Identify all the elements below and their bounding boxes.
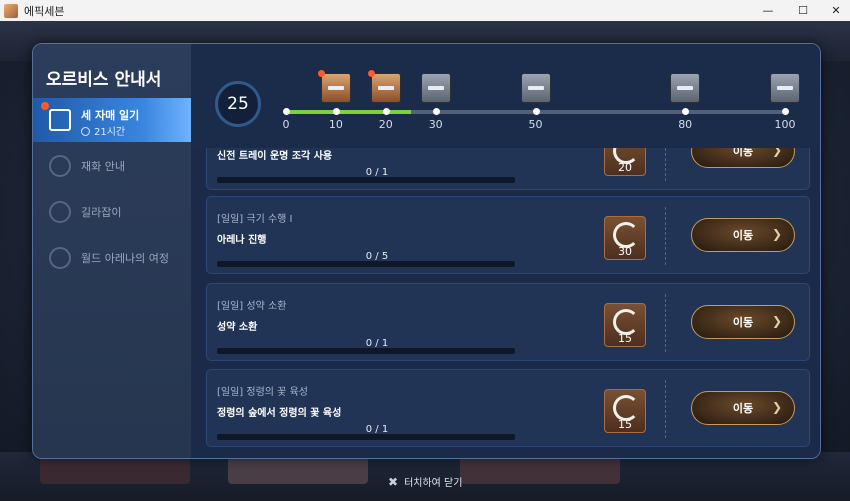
- quest-content: 신전 트레이 운명 조각 사용 0 / 1 20 이동 ❯ [일일] 극기 수행 …: [191, 44, 820, 458]
- reward-chest-icon[interactable]: [367, 70, 401, 103]
- quest-card: [일일] 성약 소환 성약 소환 0 / 1 15 이동 ❯: [206, 283, 810, 361]
- minimize-button[interactable]: —: [748, 0, 788, 21]
- reward-chest-icon[interactable]: [420, 73, 451, 103]
- quest-card: [일일] 정령의 꽃 육성 정령의 숲에서 정령의 꽃 육성 0 / 1 15 …: [206, 369, 810, 447]
- quest-category: [일일] 극기 수행 I: [217, 214, 293, 225]
- move-button[interactable]: 이동 ❯: [691, 391, 795, 425]
- quest-count: 0 / 5: [365, 251, 389, 262]
- milestone-progress: 25 0 10 20 30 50 80 100: [191, 44, 820, 148]
- reward-badge: 30: [604, 216, 646, 260]
- quest-category: [일일] 성약 소환: [217, 301, 287, 312]
- quest-count: 0 / 1: [365, 424, 389, 435]
- quest-name: 신전 트레이 운명 조각 사용: [217, 151, 333, 162]
- move-button-label: 이동: [732, 316, 754, 329]
- divider: [665, 380, 666, 438]
- sidebar-item-currency[interactable]: 재화 안내: [33, 144, 191, 188]
- gear-coin-icon: [49, 155, 71, 177]
- milestone-label: 0: [282, 118, 290, 131]
- sidebar-item-world-arena[interactable]: 월드 아레나의 여정: [33, 236, 191, 280]
- milestone-dot: [283, 108, 290, 115]
- reward-chest-icon[interactable]: [770, 73, 800, 103]
- reward-badge: 15: [604, 389, 646, 433]
- sidebar-item-diary[interactable]: 세 자매 일기 21시간: [33, 98, 191, 142]
- reward-chest-icon[interactable]: [670, 73, 701, 103]
- points-value: 25: [227, 94, 249, 114]
- milestone-dot: [532, 108, 540, 115]
- panel-title: 오르비스 안내서: [46, 70, 162, 90]
- quest-name: 아레나 진행: [217, 235, 267, 246]
- quest-count: 0 / 1: [365, 338, 389, 349]
- reward-chest-icon[interactable]: [317, 70, 351, 103]
- close-hint[interactable]: ✖ 터치하여 닫기: [388, 474, 463, 490]
- divider: [665, 294, 666, 352]
- close-window-button[interactable]: ✕: [816, 0, 850, 21]
- sidebar-item-label: 월드 아레나의 여정: [81, 252, 169, 265]
- close-icon: ✖: [388, 474, 399, 489]
- compass-icon: [49, 201, 71, 223]
- guide-panel: 오르비스 안내서 세 자매 일기 21시간 재화 안내 길라잡이 월드 아레나의…: [32, 43, 821, 459]
- milestone-label: 20: [378, 118, 393, 131]
- reward-amount: 20: [618, 161, 632, 174]
- milestone-dot: [382, 108, 390, 115]
- close-hint-label: 터치하여 닫기: [404, 478, 463, 489]
- milestone-dot: [682, 108, 690, 115]
- notification-dot: [367, 70, 375, 77]
- milestone-dot: [782, 108, 789, 115]
- move-button[interactable]: 이동 ❯: [691, 218, 795, 252]
- window-title: 에픽세븐: [24, 4, 65, 18]
- reward-amount: 30: [618, 245, 632, 258]
- milestone-track: [283, 108, 789, 115]
- clock-icon: [81, 127, 90, 136]
- sidebar-item-label: 길라잡이: [81, 206, 122, 219]
- quest-category: [일일] 정령의 꽃 육성: [217, 387, 308, 398]
- milestone-label: 30: [428, 118, 443, 131]
- sidebar-item-guide[interactable]: 길라잡이: [33, 190, 191, 234]
- milestone-label: 10: [328, 118, 343, 131]
- window-titlebar: 에픽세븐 — ☐ ✕: [0, 0, 850, 21]
- points-ring: 25: [215, 81, 261, 127]
- reward-chest-icon[interactable]: [520, 73, 551, 103]
- sidebar-item-label: 세 자매 일기: [81, 109, 140, 122]
- milestone-dot: [432, 108, 440, 115]
- milestone-track-fill: [286, 110, 411, 114]
- reward-amount: 15: [618, 418, 632, 431]
- milestone-label: 100: [774, 118, 796, 131]
- notification-dot: [41, 102, 49, 110]
- reward-amount: 15: [618, 332, 632, 345]
- sidebar: 오르비스 안내서 세 자매 일기 21시간 재화 안내 길라잡이 월드 아레나의…: [33, 44, 191, 458]
- divider: [665, 207, 666, 265]
- notification-dot: [317, 70, 325, 77]
- chevron-right-icon: ❯: [771, 400, 782, 414]
- sidebar-item-label: 재화 안내: [81, 160, 125, 173]
- move-button-label: 이동: [732, 229, 754, 242]
- globe-icon: [49, 247, 71, 269]
- chevron-right-icon: ❯: [771, 227, 782, 241]
- move-button-label: 이동: [732, 402, 754, 415]
- quest-card: [일일] 극기 수행 I 아레나 진행 0 / 5 30 이동 ❯: [206, 196, 810, 274]
- quest-count: 0 / 1: [365, 167, 389, 178]
- reward-badge: 15: [604, 303, 646, 347]
- milestone-dot: [332, 108, 340, 115]
- diary-icon: [49, 109, 71, 131]
- quest-name: 성약 소환: [217, 322, 258, 333]
- quest-name: 정령의 숲에서 정령의 꽃 육성: [217, 408, 342, 419]
- app-icon: [4, 3, 18, 18]
- chevron-right-icon: ❯: [771, 314, 782, 328]
- timer-text: 21시간: [81, 123, 125, 138]
- milestone-label: 80: [678, 118, 693, 131]
- move-button[interactable]: 이동 ❯: [691, 305, 795, 339]
- timer-value: 21시간: [94, 127, 126, 138]
- milestone-label: 50: [528, 118, 543, 131]
